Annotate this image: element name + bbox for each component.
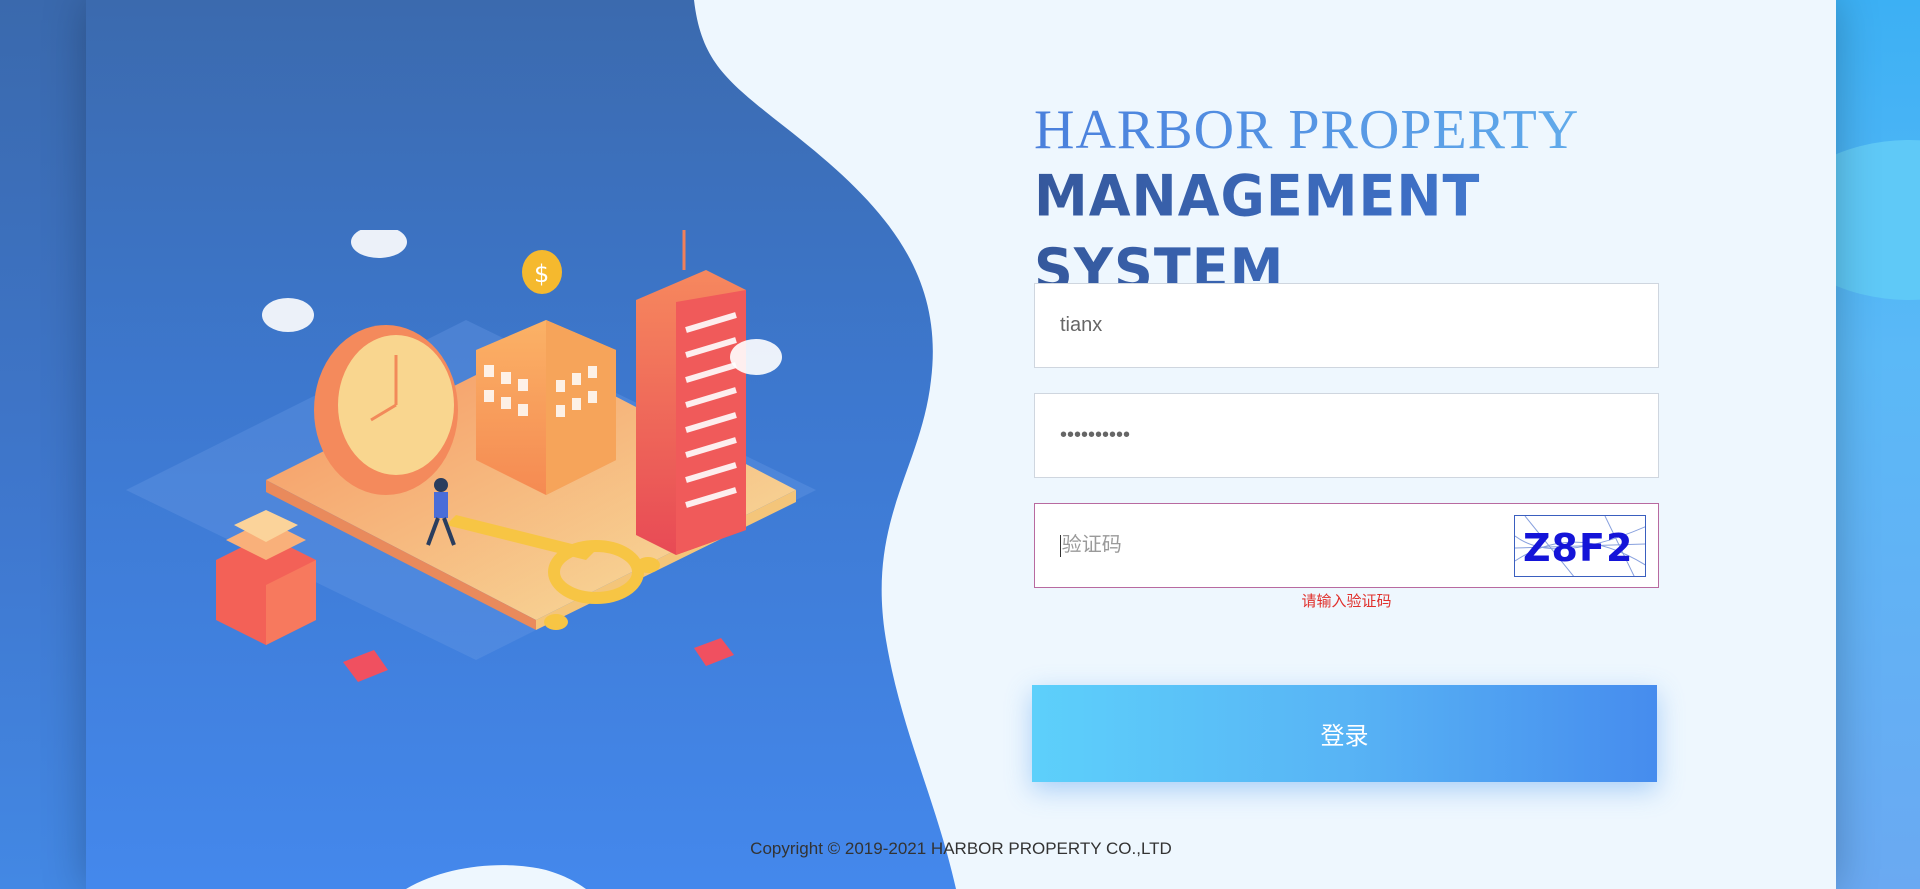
brand-line-1: HARBOR PROPERTY <box>1034 100 1734 160</box>
captcha-image[interactable]: Z8F2 <box>1514 514 1646 577</box>
svg-text:$: $ <box>534 260 549 288</box>
brand-word-management: MANAGEMENT <box>1034 163 1481 230</box>
coin-icon: $ <box>522 250 562 294</box>
card-icon <box>343 650 388 682</box>
login-button[interactable]: 登录 <box>1032 685 1657 782</box>
clock-icon <box>314 325 458 495</box>
background-left <box>0 0 86 889</box>
username-field[interactable] <box>1034 283 1659 368</box>
tower-icon <box>636 230 746 555</box>
text-caret <box>1060 534 1061 557</box>
password-field[interactable] <box>1034 393 1659 478</box>
card-icon <box>694 638 734 666</box>
coin-icon <box>544 614 568 630</box>
brand-title: HARBOR PROPERTY MANAGEMENT SYSTEM <box>1034 100 1734 300</box>
captcha-field[interactable]: Z8F2 <box>1034 503 1659 588</box>
captcha-error-message: 请输入验证码 <box>1301 593 1392 610</box>
building-icon <box>476 320 616 495</box>
coin-icon <box>636 557 660 573</box>
captcha-input[interactable] <box>1061 504 1514 587</box>
background-right <box>1780 0 1920 889</box>
password-input[interactable] <box>1060 394 1658 477</box>
captcha-code: Z8F2 <box>1523 525 1634 570</box>
city-illustration: $ <box>126 230 816 682</box>
copyright-text: Copyright © 2019-2021 HARBOR PROPERTY CO… <box>750 839 1172 858</box>
username-input[interactable] <box>1060 284 1658 367</box>
